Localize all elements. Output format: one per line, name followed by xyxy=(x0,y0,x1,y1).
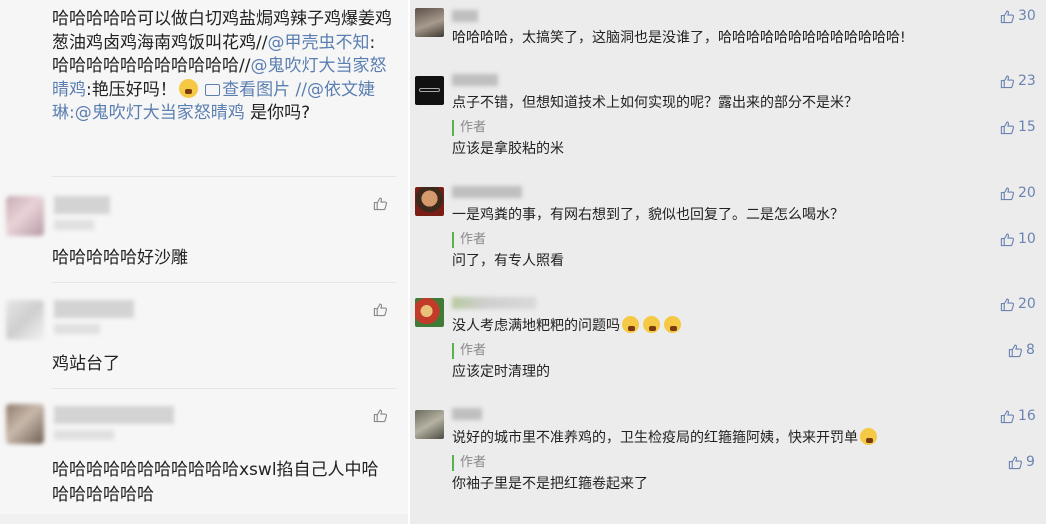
comment-text: :艳压好吗！ xyxy=(86,79,177,100)
username-blurred[interactable] xyxy=(452,10,478,22)
thumbs-up-icon xyxy=(1000,74,1015,88)
thumbs-up-icon[interactable] xyxy=(373,408,388,423)
username-blurred[interactable] xyxy=(54,406,174,424)
comment-text: 哈哈哈哈哈好沙雕 xyxy=(52,248,188,268)
user-meta-blurred xyxy=(54,430,114,440)
thumbs-up-icon xyxy=(1000,120,1015,134)
like-button[interactable]: 10 xyxy=(1000,231,1036,247)
right-comment-panel: 哈哈哈哈，太搞笑了，这脑洞也是没谁了，哈哈哈哈哈哈哈哈哈哈哈哈哈! 30 点子不… xyxy=(410,0,1046,524)
avatar[interactable] xyxy=(415,298,444,327)
view-image-link[interactable]: 查看图片 xyxy=(205,80,290,100)
divider xyxy=(52,388,396,389)
view-image-label: 查看图片 xyxy=(222,79,291,100)
comment-text-body: 说好的城市里不准养鸡的，卫生检疫局的红箍箍阿姨，快来开罚单 xyxy=(452,430,858,446)
comment-text: 没人考虑满地粑粑的问题吗 xyxy=(452,316,683,336)
comment-text: 鸡站台了 xyxy=(52,354,120,374)
mention-link[interactable]: @甲壳虫不知 xyxy=(267,33,369,53)
user-meta-blurred xyxy=(54,324,100,334)
avatar[interactable] xyxy=(6,404,44,444)
like-button[interactable]: 23 xyxy=(1000,73,1036,89)
like-button[interactable]: 9 xyxy=(1008,454,1035,470)
author-reply-text: 应该是拿胶粘的米 xyxy=(452,141,564,157)
forwarded-comment: 哈哈哈哈哈可以做白切鸡盐焗鸡辣子鸡爆姜鸡葱油鸡卤鸡海南鸡饭叫花鸡//@甲壳虫不知… xyxy=(52,8,394,126)
thumbs-up-icon xyxy=(1000,409,1015,423)
comment-text: 点子不错，但想知道技术上如何实现的呢？露出来的部分不是米？ xyxy=(452,95,858,111)
left-comment-panel: 哈哈哈哈哈可以做白切鸡盐焗鸡辣子鸡爆姜鸡葱油鸡卤鸡海南鸡饭叫花鸡//@甲壳虫不知… xyxy=(0,0,408,524)
comment-text-body: 没人考虑满地粑粑的问题吗 xyxy=(452,318,620,334)
avatar[interactable] xyxy=(415,76,444,105)
username-blurred[interactable] xyxy=(452,297,536,309)
comment-text: 是你吗? xyxy=(244,103,311,123)
comment-text: 哈哈哈哈，太搞笑了，这脑洞也是没谁了，哈哈哈哈哈哈哈哈哈哈哈哈哈! xyxy=(452,30,906,46)
like-button[interactable]: 8 xyxy=(1008,342,1035,358)
repost-separator: // xyxy=(290,79,307,100)
like-count: 9 xyxy=(1026,454,1035,470)
thinking-face-emoji-icon xyxy=(860,428,877,445)
like-count: 23 xyxy=(1018,73,1036,89)
comment-text: 说好的城市里不准养鸡的，卫生检疫局的红箍箍阿姨，快来开罚单 xyxy=(452,428,879,448)
like-count: 10 xyxy=(1018,231,1036,247)
author-reply-text: 问了，有专人照看 xyxy=(452,253,564,269)
author-label: 作者 xyxy=(452,232,486,248)
username-blurred[interactable] xyxy=(54,196,110,214)
bottom-divider xyxy=(0,514,408,524)
thumbs-up-icon xyxy=(1000,232,1015,246)
divider xyxy=(52,282,396,283)
username-blurred[interactable] xyxy=(452,186,522,198)
like-count: 15 xyxy=(1018,119,1036,135)
like-count: 30 xyxy=(1018,8,1036,24)
author-reply-text: 应该定时清理的 xyxy=(452,364,550,380)
crying-laugh-emoji-icon xyxy=(664,316,681,333)
username-blurred[interactable] xyxy=(452,408,482,420)
like-count: 8 xyxy=(1026,342,1035,358)
thumbs-up-icon xyxy=(1008,455,1023,469)
author-label: 作者 xyxy=(452,343,486,359)
avatar[interactable] xyxy=(415,8,444,37)
thumbs-up-icon xyxy=(1000,186,1015,200)
thumbs-up-icon[interactable] xyxy=(373,196,388,211)
author-label: 作者 xyxy=(452,120,486,136)
thumbs-up-icon xyxy=(1000,9,1015,23)
avatar[interactable] xyxy=(415,187,444,216)
divider xyxy=(52,176,396,177)
thumbs-up-icon xyxy=(1000,297,1015,311)
thumbs-up-icon xyxy=(1008,343,1023,357)
like-button[interactable]: 16 xyxy=(1000,408,1036,424)
comment-text: 一是鸡粪的事，有网右想到了，貌似也回复了。二是怎么喝水？ xyxy=(452,207,844,223)
author-reply-text: 你袖子里是不是把红箍卷起来了 xyxy=(452,476,648,492)
picture-icon xyxy=(205,83,221,96)
like-count: 16 xyxy=(1018,408,1036,424)
crying-laugh-emoji-icon xyxy=(643,316,660,333)
avatar-graphic xyxy=(419,88,440,92)
username-blurred[interactable] xyxy=(54,300,134,318)
like-count: 20 xyxy=(1018,296,1036,312)
username-blurred[interactable] xyxy=(452,74,498,86)
like-count: 20 xyxy=(1018,185,1036,201)
author-label: 作者 xyxy=(452,455,486,471)
like-button[interactable]: 15 xyxy=(1000,119,1036,135)
user-meta-blurred xyxy=(54,220,94,230)
thumbs-up-icon[interactable] xyxy=(373,302,388,317)
crying-laugh-emoji-icon xyxy=(622,316,639,333)
avatar[interactable] xyxy=(6,196,44,236)
avatar[interactable] xyxy=(415,410,444,439)
mention-link[interactable]: @鬼吹灯大当家怒晴鸡 xyxy=(75,103,245,123)
comment-text: 哈哈哈哈哈哈哈哈哈哈哈xswl掐自己人中哈哈哈哈哈哈哈 xyxy=(52,460,379,505)
shocked-face-emoji-icon xyxy=(178,78,198,98)
like-button[interactable]: 20 xyxy=(1000,296,1036,312)
like-button[interactable]: 30 xyxy=(1000,8,1036,24)
avatar[interactable] xyxy=(6,300,44,340)
like-button[interactable]: 20 xyxy=(1000,185,1036,201)
